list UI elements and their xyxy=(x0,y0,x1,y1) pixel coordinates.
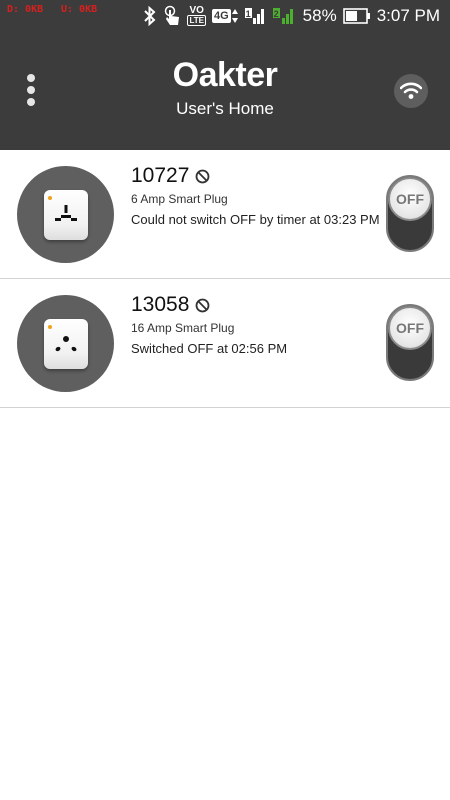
bluetooth-icon xyxy=(143,6,157,26)
brand-logo: Oakter xyxy=(172,56,278,94)
offline-icon xyxy=(195,298,210,313)
status-bar: D: 0KB U: 0KB VO LTE 4G 1 2 58% 3:07 PM xyxy=(0,0,450,32)
smart-plug-icon xyxy=(44,319,88,369)
device-type: 16 Amp Smart Plug xyxy=(131,321,235,335)
battery-icon xyxy=(342,8,371,24)
smart-plug-icon xyxy=(44,190,88,240)
app-header: Oakter User's Home xyxy=(0,32,450,150)
led-indicator xyxy=(48,325,52,329)
clock: 3:07 PM xyxy=(376,6,440,25)
wifi-button[interactable] xyxy=(394,74,428,108)
device-id: 13058 xyxy=(131,293,190,316)
device-type: 6 Amp Smart Plug xyxy=(131,192,228,206)
network-type-icon: 4G xyxy=(211,7,239,25)
power-toggle[interactable]: OFF xyxy=(386,304,434,381)
volte-label: VO xyxy=(189,5,204,16)
wifi-icon xyxy=(400,82,422,100)
upload-speed: U: 0KB xyxy=(61,4,98,15)
toggle-knob: OFF xyxy=(388,177,432,221)
device-details: 13058 16 Amp Smart Plug Switched OFF at … xyxy=(131,291,381,357)
offline-icon xyxy=(195,169,210,184)
power-toggle[interactable]: OFF xyxy=(386,175,434,252)
device-status: Could not switch OFF by timer at 03:23 P… xyxy=(131,212,380,227)
toggle-knob: OFF xyxy=(388,306,432,350)
sim1-label: 1 xyxy=(245,9,251,19)
device-row[interactable]: 13058 16 Amp Smart Plug Switched OFF at … xyxy=(0,279,450,408)
home-name: User's Home xyxy=(176,99,274,118)
led-indicator xyxy=(48,196,52,200)
sim1-signal-icon: 1 xyxy=(244,6,267,26)
download-speed: D: 0KB xyxy=(7,4,44,15)
volte-icon: VO LTE xyxy=(187,6,206,26)
network-type-label: 4G xyxy=(211,9,231,23)
device-row[interactable]: 10727 6 Amp Smart Plug Could not switch … xyxy=(0,150,450,279)
lte-label: LTE xyxy=(187,15,206,26)
device-details: 10727 6 Amp Smart Plug Could not switch … xyxy=(131,162,381,228)
sim2-signal-icon: 2 xyxy=(272,6,297,26)
status-icons: VO LTE 4G 1 2 58% 3:07 PM xyxy=(143,0,440,32)
device-status: Switched OFF at 02:56 PM xyxy=(131,341,288,356)
battery-percent: 58% xyxy=(302,6,337,25)
device-avatar xyxy=(17,166,114,263)
device-avatar xyxy=(17,295,114,392)
touch-icon xyxy=(163,5,181,27)
device-id: 10727 xyxy=(131,164,190,187)
sim2-label: 2 xyxy=(273,9,279,19)
